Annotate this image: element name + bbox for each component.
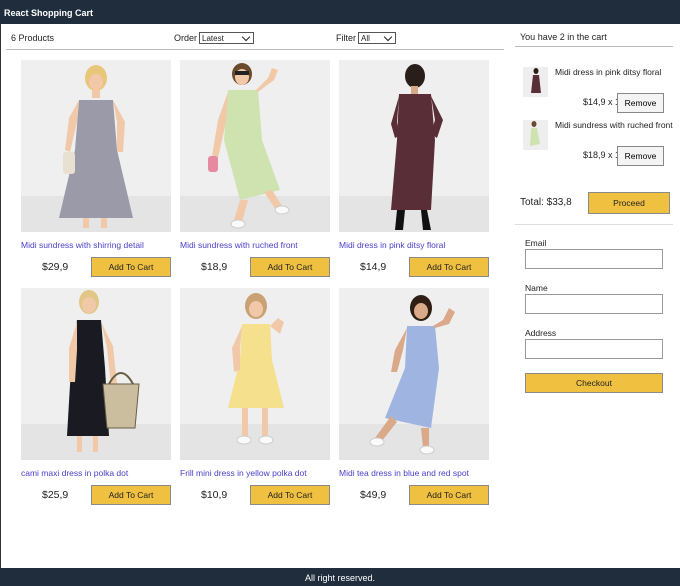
product-image[interactable]: [339, 60, 489, 232]
cart-item-image: [523, 67, 548, 97]
remove-button[interactable]: Remove: [617, 93, 664, 113]
product-image[interactable]: [180, 288, 330, 460]
product-price-row: $18,9 Add To Cart: [180, 257, 330, 277]
product-price: $25,9: [42, 489, 69, 501]
product-card: cami maxi dress in polka dot $25,9 Add T…: [21, 288, 171, 506]
cart-item-image: [523, 120, 548, 150]
cart-total-row: Total: $33,8 Proceed: [520, 192, 670, 214]
product-price: $10,9: [201, 489, 228, 501]
product-image[interactable]: [339, 288, 489, 460]
product-title[interactable]: Midi sundress with ruched front: [180, 240, 330, 250]
filter-control: Filter All: [336, 32, 396, 44]
name-label: Name: [525, 283, 548, 293]
product-card: Midi dress in pink ditsy floral $14,9 Ad…: [339, 60, 489, 278]
filter-label: Filter: [336, 33, 356, 43]
cart-total: Total: $33,8: [520, 197, 572, 208]
cart-item: Midi sundress with ruched front $18,9 x …: [523, 120, 673, 166]
divider: [515, 224, 673, 225]
left-border: [0, 24, 1, 568]
cart-item-name: Midi sundress with ruched front: [555, 120, 673, 130]
model-photo: [67, 290, 140, 452]
product-price-row: $29,9 Add To Cart: [21, 257, 171, 277]
product-title[interactable]: Frill mini dress in yellow polka dot: [180, 468, 330, 478]
model-photo: [59, 65, 133, 228]
cart-item-qty: $14,9 x 1: [583, 97, 621, 107]
model-photo: [208, 63, 290, 229]
email-field[interactable]: [525, 249, 663, 269]
product-price-row: $10,9 Add To Cart: [180, 485, 330, 505]
product-card: Midi tea dress in blue and red spot $49,…: [339, 288, 489, 506]
product-image[interactable]: [21, 288, 171, 460]
product-price: $18,9: [201, 261, 228, 273]
proceed-button[interactable]: Proceed: [588, 192, 670, 214]
product-image[interactable]: [180, 60, 330, 232]
order-label: Order: [174, 33, 198, 43]
cart-count-text: You have 2 in the cart: [520, 32, 607, 42]
chevron-down-icon: [241, 32, 251, 41]
product-card: Midi sundress with shirring detail $29,9…: [21, 60, 171, 278]
checkout-form: Email Name Address Checkout: [525, 238, 665, 393]
chevron-down-icon: [383, 32, 393, 41]
product-image[interactable]: [21, 60, 171, 232]
cart-header: You have 2 in the cart: [515, 28, 673, 47]
app-title[interactable]: React Shopping Cart: [4, 8, 93, 18]
order-control: Order Latest: [174, 32, 255, 44]
filter-select-value: All: [361, 33, 370, 43]
order-select[interactable]: Latest: [199, 32, 255, 44]
cart-item-qty: $18,9 x 1: [583, 150, 621, 160]
add-to-cart-button[interactable]: Add To Cart: [250, 485, 330, 505]
add-to-cart-button[interactable]: Add To Cart: [250, 257, 330, 277]
product-price: $14,9: [360, 261, 387, 273]
filter-bar: 6 Products Order Latest Filter All: [6, 28, 504, 50]
add-to-cart-button[interactable]: Add To Cart: [91, 257, 171, 277]
email-label: Email: [525, 238, 547, 248]
product-price: $29,9: [42, 261, 69, 273]
footer-text: All right reserved.: [304, 573, 376, 583]
add-to-cart-button[interactable]: Add To Cart: [409, 257, 489, 277]
product-count: 6 Products: [11, 33, 55, 43]
add-to-cart-button[interactable]: Add To Cart: [409, 485, 489, 505]
product-price: $49,9: [360, 489, 387, 501]
app-footer: All right reserved.: [0, 568, 680, 586]
cart-item: Midi dress in pink ditsy floral $14,9 x …: [523, 67, 673, 113]
order-select-value: Latest: [202, 33, 224, 43]
product-title[interactable]: cami maxi dress in polka dot: [21, 468, 171, 478]
add-to-cart-button[interactable]: Add To Cart: [91, 485, 171, 505]
app-header: React Shopping Cart: [0, 0, 680, 24]
product-card: Midi sundress with ruched front $18,9 Ad…: [180, 60, 330, 278]
product-card: Frill mini dress in yellow polka dot $10…: [180, 288, 330, 506]
address-label: Address: [525, 328, 557, 338]
product-grid: Midi sundress with shirring detail $29,9…: [21, 60, 489, 506]
app: React Shopping Cart 6 Products Order Lat…: [0, 0, 680, 586]
product-title[interactable]: Midi tea dress in blue and red spot: [339, 468, 489, 478]
checkout-button[interactable]: Checkout: [525, 373, 663, 393]
product-price-row: $49,9 Add To Cart: [339, 485, 489, 505]
model-photo: [369, 295, 455, 455]
model-photo: [228, 293, 284, 445]
name-field[interactable]: [525, 294, 663, 314]
product-title[interactable]: Midi sundress with shirring detail: [21, 240, 171, 250]
filter-select[interactable]: All: [358, 32, 396, 44]
product-price-row: $14,9 Add To Cart: [339, 257, 489, 277]
remove-button[interactable]: Remove: [617, 146, 664, 166]
product-price-row: $25,9 Add To Cart: [21, 485, 171, 505]
product-title[interactable]: Midi dress in pink ditsy floral: [339, 240, 489, 250]
cart-item-name: Midi dress in pink ditsy floral: [555, 67, 662, 77]
address-field[interactable]: [525, 339, 663, 359]
model-photo: [391, 64, 443, 230]
